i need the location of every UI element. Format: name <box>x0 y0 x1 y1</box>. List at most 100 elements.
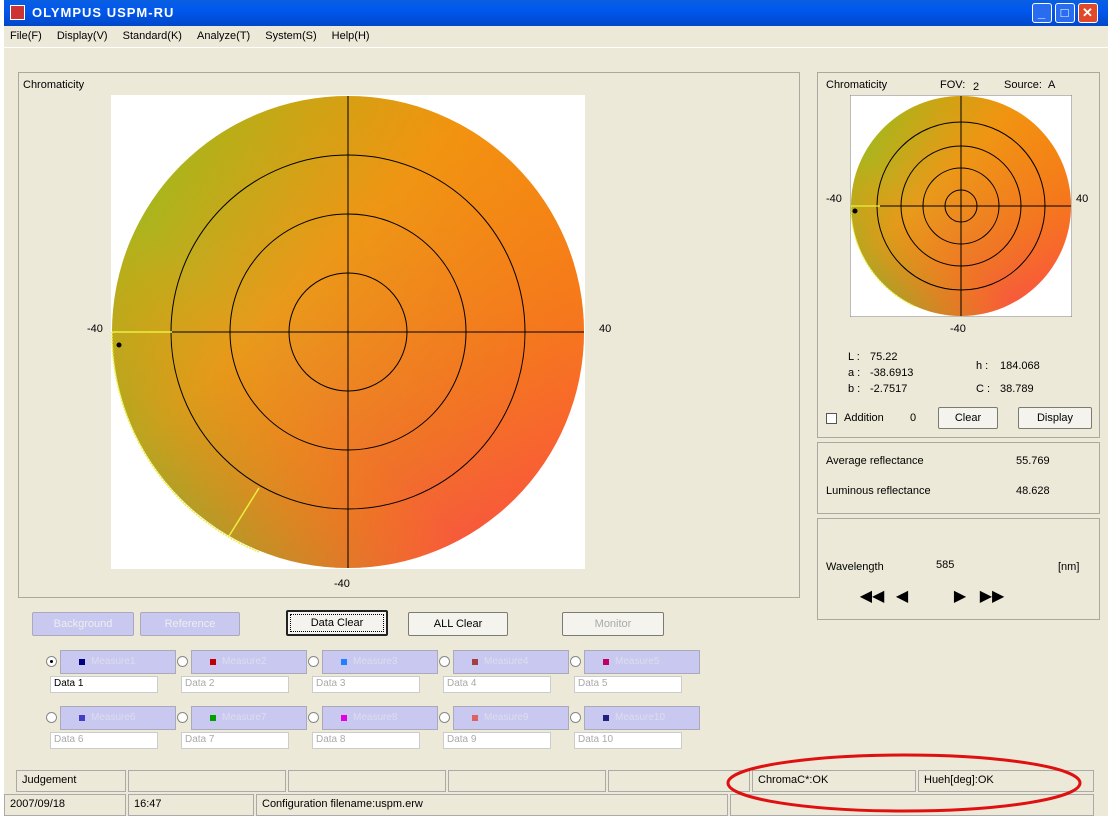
fov-value: 2 <box>973 81 980 93</box>
measure-radio-5[interactable] <box>570 656 581 667</box>
measure-radio-7[interactable] <box>177 712 188 723</box>
menu-system[interactable]: System(S) <box>259 26 322 46</box>
side-chromaticity-chart <box>850 95 1072 317</box>
measure-label: Measure9 <box>484 712 529 723</box>
step-back-icon[interactable]: ◀ <box>890 587 914 607</box>
measure-button-2[interactable]: Measure2 <box>191 650 307 674</box>
maximize-button[interactable]: □ <box>1055 3 1075 23</box>
measure-radio-3[interactable] <box>308 656 319 667</box>
measure-radio-8[interactable] <box>308 712 319 723</box>
side-chart-title: Chromaticity <box>826 79 888 91</box>
reflectance-panel: Average reflectance 55.769 Luminous refl… <box>817 442 1100 514</box>
app-icon <box>10 5 25 20</box>
menu-display[interactable]: Display(V) <box>51 26 114 46</box>
wavelength-unit: [nm] <box>1058 561 1080 573</box>
measure-color-swatch <box>472 659 478 665</box>
measure-data-field-9[interactable]: Data 9 <box>443 732 551 749</box>
measure-radio-4[interactable] <box>439 656 450 667</box>
measure-data-field-4[interactable]: Data 4 <box>443 676 551 693</box>
a-value: -38.6913 <box>870 367 914 379</box>
menu-help[interactable]: Help(H) <box>326 26 376 46</box>
measure-color-swatch <box>210 659 216 665</box>
measure-data-field-1[interactable]: Data 1 <box>50 676 158 693</box>
wavelength-value: 585 <box>936 559 955 571</box>
measure-label: Measure1 <box>91 656 136 667</box>
time-status: 16:47 <box>128 794 254 816</box>
measure-button-8[interactable]: Measure8 <box>322 706 438 730</box>
b-value: -2.7517 <box>870 383 908 395</box>
main-tick-right: 40 <box>599 323 612 335</box>
fast-back-icon[interactable]: ◀◀ <box>852 587 892 607</box>
menu-analyze[interactable]: Analyze(T) <box>191 26 256 46</box>
measure-color-swatch <box>603 715 609 721</box>
measure-radio-9[interactable] <box>439 712 450 723</box>
data-clear-button[interactable]: Data Clear <box>286 610 388 636</box>
minimize-button[interactable]: _ <box>1032 3 1052 23</box>
highlight-ellipse <box>726 753 1082 813</box>
measure-button-6[interactable]: Measure6 <box>60 706 176 730</box>
avg-reflectance-value: 55.769 <box>1016 455 1050 467</box>
side-tick-right: 40 <box>1076 193 1089 205</box>
main-chromaticity-panel: Chromaticity -40 40 -40 <box>18 72 800 598</box>
menu-file[interactable]: File(F) <box>4 26 48 46</box>
display-button[interactable]: Display <box>1018 407 1092 429</box>
measure-color-swatch <box>341 715 347 721</box>
measure-label: Measure2 <box>222 656 267 667</box>
measure-data-field-3[interactable]: Data 3 <box>312 676 420 693</box>
fast-forward-icon[interactable]: ▶▶ <box>972 587 1012 607</box>
measure-data-field-7[interactable]: Data 7 <box>181 732 289 749</box>
addition-checkbox[interactable] <box>826 413 837 424</box>
wavelength-label: Wavelength <box>826 561 884 573</box>
l-label: L : <box>848 351 860 363</box>
source-label: Source: <box>1004 79 1042 91</box>
monitor-button[interactable]: Monitor <box>562 612 664 636</box>
lum-reflectance-label: Luminous reflectance <box>826 485 931 497</box>
avg-reflectance-label: Average reflectance <box>826 455 924 467</box>
measure-button-3[interactable]: Measure3 <box>322 650 438 674</box>
config-status: Configuration filename:uspm.erw <box>256 794 728 816</box>
main-tick-bottom: -40 <box>334 578 350 590</box>
measure-label: Measure6 <box>91 712 136 723</box>
close-button[interactable]: ✕ <box>1078 3 1098 23</box>
measure-color-swatch <box>603 659 609 665</box>
lum-reflectance-value: 48.628 <box>1016 485 1050 497</box>
title-bar: OLYMPUS USPM-RU _ □ ✕ <box>4 0 1108 26</box>
c-label: C : <box>976 383 991 395</box>
measure-radio-6[interactable] <box>46 712 57 723</box>
measure-label: Measure7 <box>222 712 267 723</box>
l-value: 75.22 <box>870 351 898 363</box>
measure-data-field-5[interactable]: Data 5 <box>574 676 682 693</box>
measure-button-4[interactable]: Measure4 <box>453 650 569 674</box>
measure-label: Measure10 <box>615 712 666 723</box>
status-cell-3 <box>448 770 606 792</box>
all-clear-button[interactable]: ALL Clear <box>408 612 508 636</box>
measure-data-field-8[interactable]: Data 8 <box>312 732 420 749</box>
h-label: h : <box>976 360 989 372</box>
main-tick-left: -40 <box>87 323 103 335</box>
measure-button-7[interactable]: Measure7 <box>191 706 307 730</box>
measure-button-9[interactable]: Measure9 <box>453 706 569 730</box>
clear-button[interactable]: Clear <box>938 407 998 429</box>
measure-data-field-10[interactable]: Data 10 <box>574 732 682 749</box>
source-value: A <box>1048 79 1056 91</box>
reference-button[interactable]: Reference <box>140 612 240 636</box>
measure-data-field-6[interactable]: Data 6 <box>50 732 158 749</box>
window-title: OLYMPUS USPM-RU <box>32 5 175 20</box>
a-label: a : <box>848 367 861 379</box>
measure-button-1[interactable]: Measure1 <box>60 650 176 674</box>
measure-radio-1[interactable] <box>46 656 57 667</box>
addition-label: Addition <box>844 412 884 424</box>
b-label: b : <box>848 383 861 395</box>
addition-count: 0 <box>910 412 917 424</box>
measure-color-swatch <box>341 659 347 665</box>
measure-button-5[interactable]: Measure5 <box>584 650 700 674</box>
measure-radio-2[interactable] <box>177 656 188 667</box>
measure-data-field-2[interactable]: Data 2 <box>181 676 289 693</box>
measure-button-10[interactable]: Measure10 <box>584 706 700 730</box>
menu-standard[interactable]: Standard(K) <box>117 26 188 46</box>
measure-radio-10[interactable] <box>570 712 581 723</box>
step-forward-icon[interactable]: ▶ <box>948 587 972 607</box>
measure-color-swatch <box>210 715 216 721</box>
background-button[interactable]: Background <box>32 612 134 636</box>
main-chart-title: Chromaticity <box>23 79 85 91</box>
